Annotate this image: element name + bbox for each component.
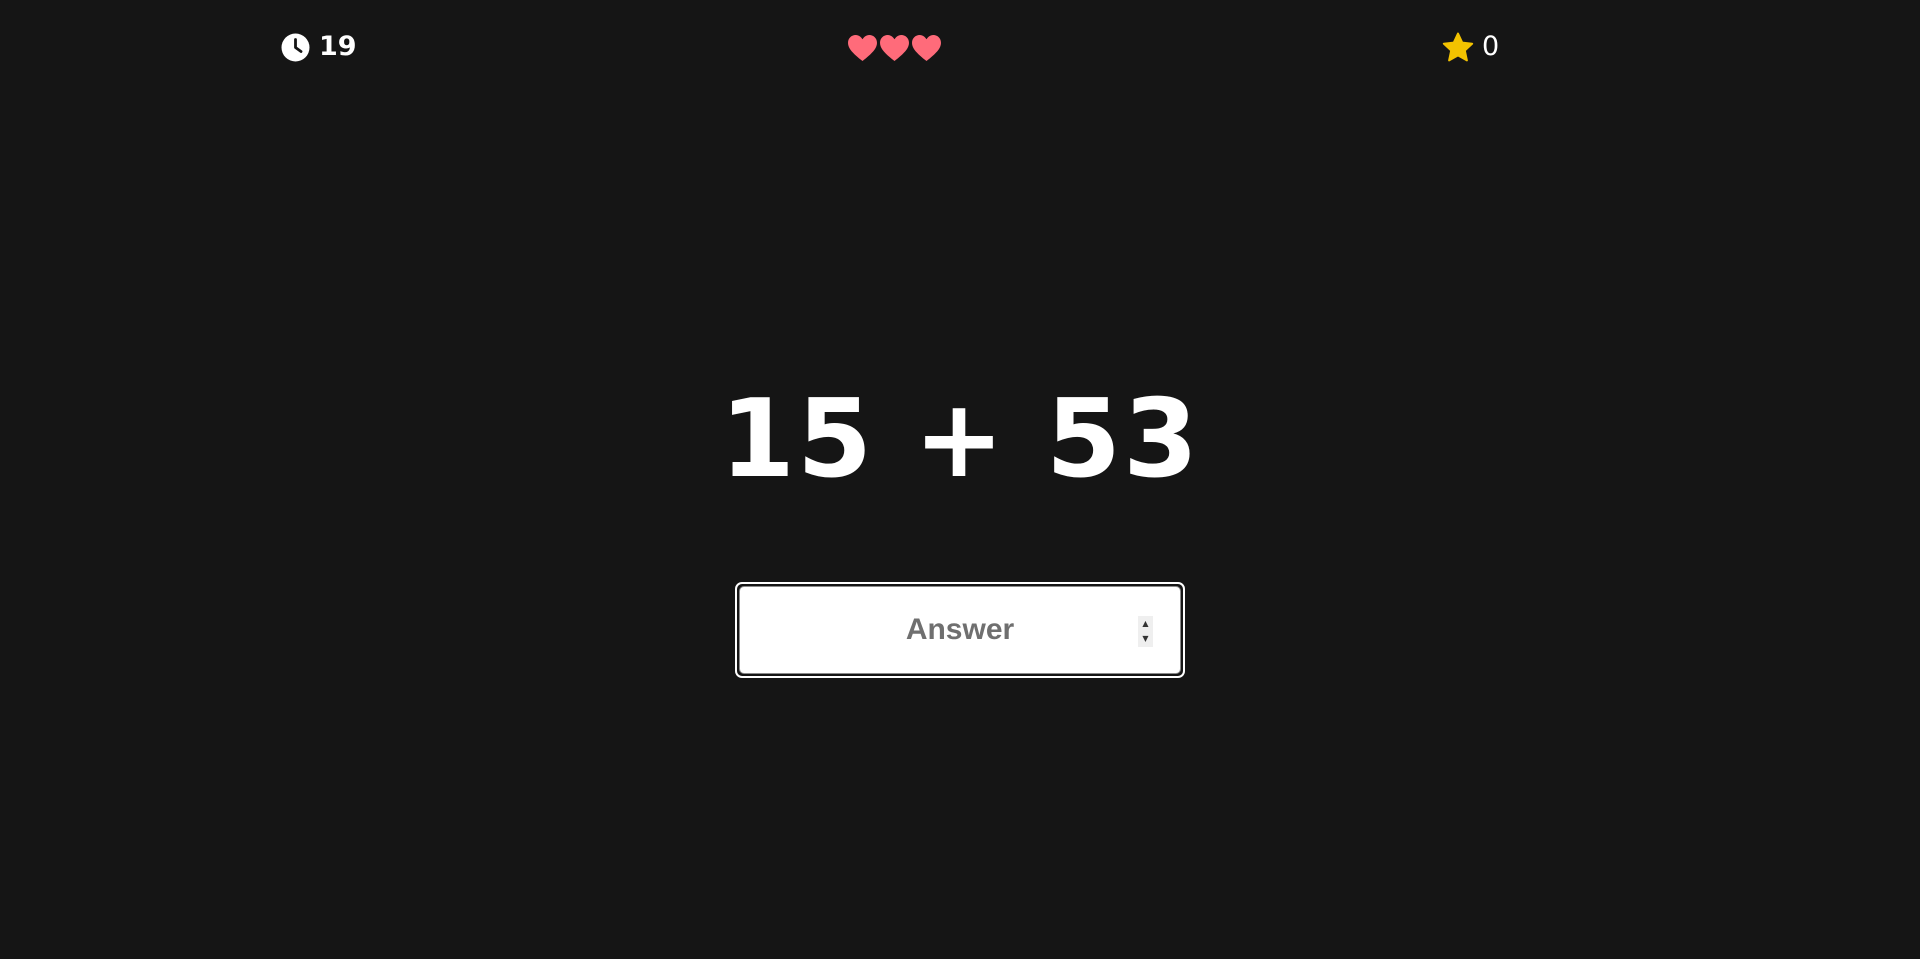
spinner-up-icon[interactable]: ▲ — [1138, 616, 1153, 632]
heart-icon — [911, 34, 942, 62]
clock-icon — [281, 33, 310, 62]
heart-icon — [879, 34, 910, 62]
answer-field-wrapper: ▲ ▼ — [735, 582, 1185, 678]
heart-icon — [847, 34, 878, 62]
score: 0 — [1442, 31, 1499, 63]
timer: 19 — [281, 31, 357, 63]
lives — [847, 33, 942, 63]
game-hud: 19 0 — [0, 0, 1920, 96]
timer-value: 19 — [319, 31, 357, 62]
spinner-down-icon[interactable]: ▼ — [1138, 632, 1153, 648]
answer-box: ▲ ▼ — [739, 586, 1181, 674]
answer-input[interactable] — [740, 587, 1180, 673]
math-problem: 15 + 53 — [719, 377, 1201, 502]
score-value: 0 — [1482, 31, 1500, 62]
number-spinner[interactable]: ▲ ▼ — [1138, 616, 1153, 647]
star-icon — [1442, 32, 1474, 63]
